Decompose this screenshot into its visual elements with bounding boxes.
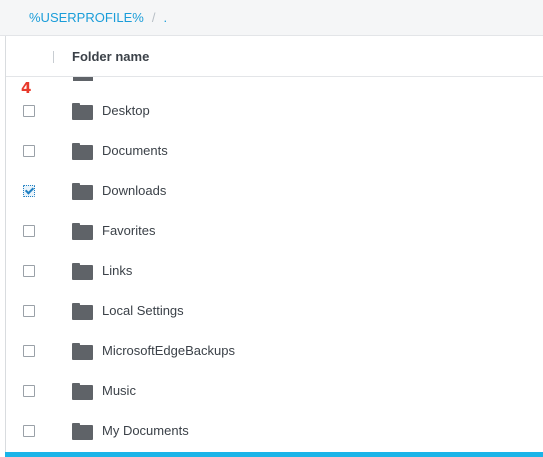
breadcrumb-separator: / [151, 10, 156, 25]
folder-name-label[interactable]: Downloads [102, 183, 166, 198]
folder-icon [72, 183, 93, 200]
list-item[interactable]: Desktop [6, 91, 543, 131]
breadcrumb-current[interactable]: . [164, 10, 168, 25]
folder-icon [72, 103, 93, 120]
list-item[interactable]: Downloads [6, 171, 543, 211]
list-item[interactable]: Music [6, 371, 543, 411]
folder-icon [72, 263, 93, 280]
folder-icon [72, 143, 93, 160]
list-item[interactable]: Local Settings [6, 291, 543, 331]
folder-name-label[interactable]: MicrosoftEdgeBackups [102, 343, 235, 358]
folder-icon [72, 343, 93, 360]
row-checkbox[interactable] [23, 105, 35, 117]
breadcrumb: %USERPROFILE% / . [0, 0, 543, 36]
list-item[interactable]: My Documents [6, 411, 543, 451]
bottom-accent-bar [5, 452, 543, 457]
row-checkbox[interactable] [23, 265, 35, 277]
row-checkbox[interactable] [23, 225, 35, 237]
row-checkbox[interactable] [23, 185, 35, 197]
row-checkbox[interactable] [23, 345, 35, 357]
folder-name-label[interactable]: Music [102, 383, 136, 398]
list-item[interactable]: Favorites [6, 211, 543, 251]
folder-name-label[interactable]: Links [102, 263, 132, 278]
folder-list-panel[interactable]: Folder name 4 Desktop Documents Downloads F… [5, 36, 543, 452]
row-checkbox[interactable] [23, 425, 35, 437]
folder-name-column-header[interactable]: Folder name [72, 49, 149, 64]
breadcrumb-root-link[interactable]: %USERPROFILE% [29, 10, 144, 25]
folder-name-label[interactable]: Documents [102, 143, 168, 158]
list-item[interactable]: Documents [6, 131, 543, 171]
row-checkbox[interactable] [23, 305, 35, 317]
folder-name-label[interactable]: Favorites [102, 223, 155, 238]
folder-rows: Desktop Documents Downloads Favorites Links L… [6, 91, 543, 451]
folder-name-label[interactable]: My Documents [102, 423, 189, 438]
folder-icon [72, 423, 93, 440]
folder-icon [72, 223, 93, 240]
list-item[interactable]: MicrosoftEdgeBackups [6, 331, 543, 371]
header-column-divider[interactable] [53, 51, 54, 63]
row-checkbox[interactable] [23, 385, 35, 397]
folder-icon [72, 383, 93, 400]
list-item[interactable]: Links [6, 251, 543, 291]
folder-icon [73, 77, 93, 81]
folder-icon [72, 303, 93, 320]
folder-picker: %USERPROFILE% / . Folder name 4 Desktop D… [0, 0, 543, 457]
list-header: Folder name [6, 36, 543, 77]
folder-name-label[interactable]: Local Settings [102, 303, 184, 318]
row-checkbox[interactable] [23, 145, 35, 157]
folder-name-label[interactable]: Desktop [102, 103, 150, 118]
